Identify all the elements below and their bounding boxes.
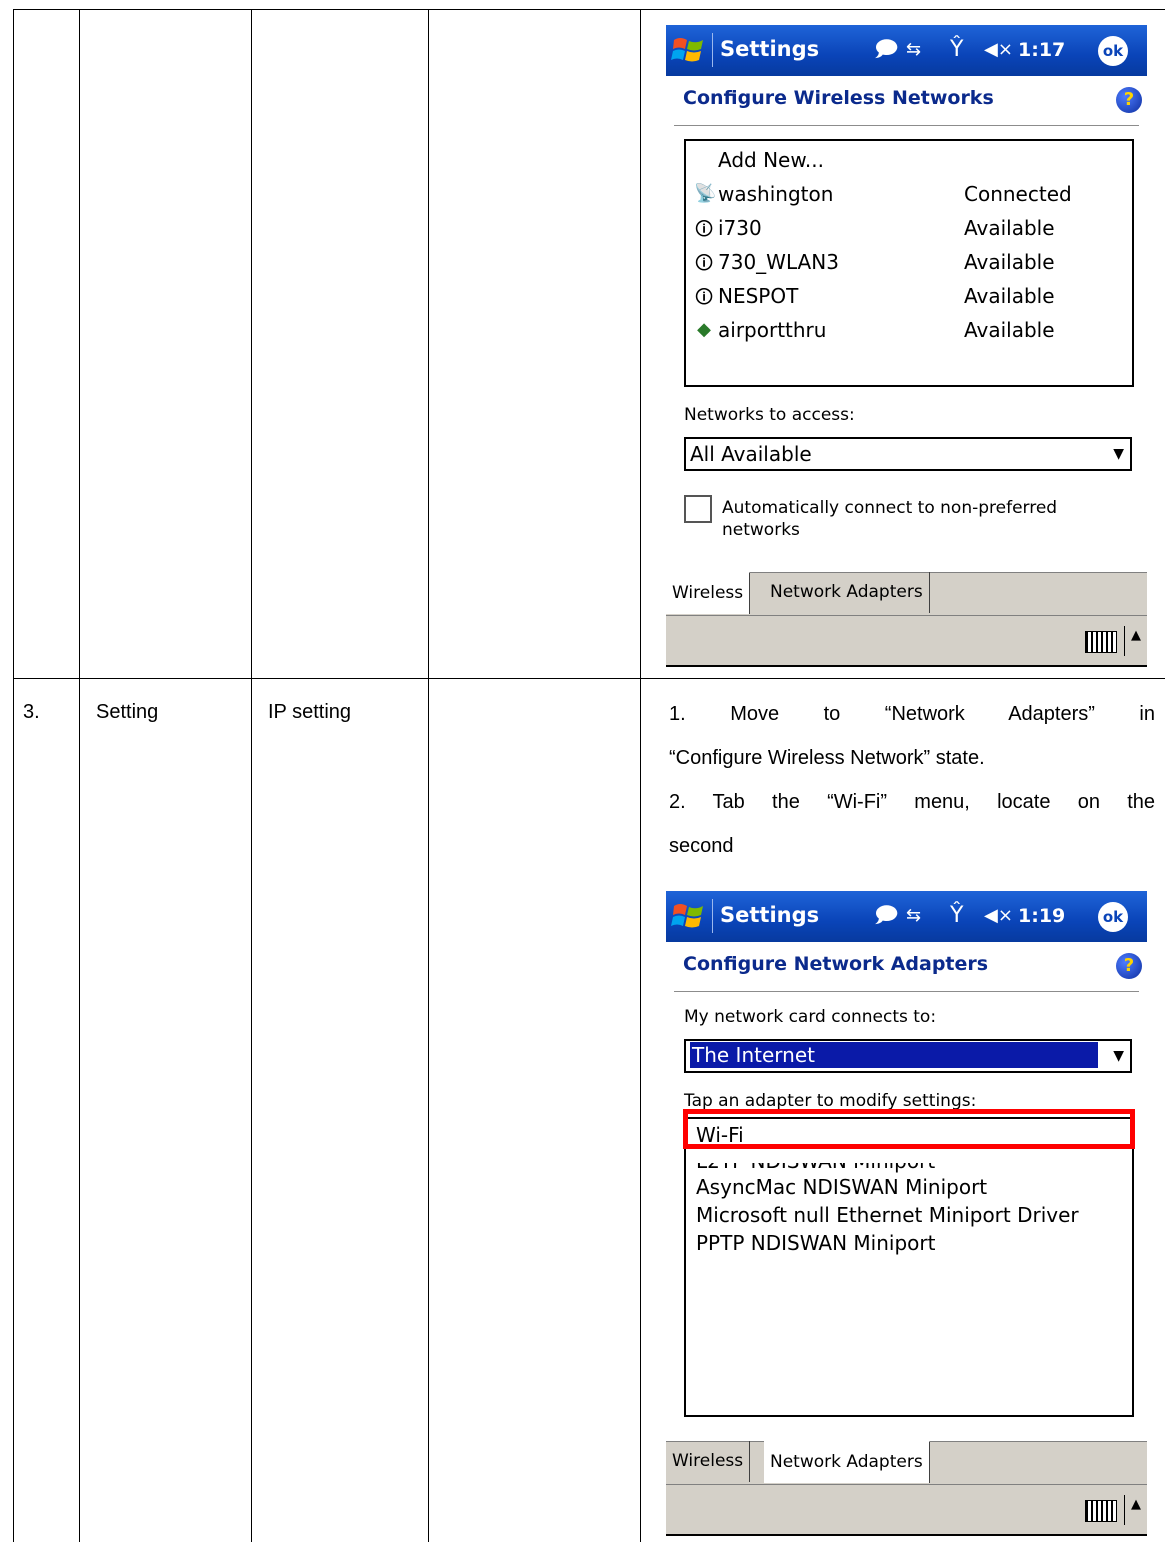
input-separator — [1124, 626, 1125, 656]
heading-divider — [674, 125, 1139, 126]
screen-bottom-border — [666, 665, 1147, 667]
add-new-network[interactable]: Add New... — [694, 145, 1124, 179]
windows-start-icon[interactable] — [670, 900, 708, 932]
network-name: airportthru — [718, 318, 827, 342]
select-value: The Internet — [690, 1042, 1098, 1068]
signal-icon[interactable]: Ŷ — [950, 37, 963, 63]
networks-to-access-label: Networks to access: — [684, 405, 855, 425]
network-row[interactable]: ◆ airportthru Available — [694, 315, 1124, 349]
screenshot-wireless-networks: Settings 🗩 ⇆ Ŷ ◀× 1:17 ok Configure Wire… — [666, 25, 1147, 669]
keyboard-icon[interactable] — [1085, 1500, 1117, 1522]
tab-bar: Wireless Network Adapters — [666, 572, 1147, 615]
screenshot-network-adapters: Settings 🗩 ⇆ Ŷ ◀× 1:19 ok Configure Netw… — [666, 891, 1147, 1537]
adapter-list[interactable]: Wi-Fi L2TP NDISWAN Miniport AsyncMac NDI… — [684, 1117, 1134, 1417]
page-heading: Configure Wireless Networks — [683, 87, 994, 109]
instructions: 1. Move to “Network Adapters” in “Config… — [669, 692, 1155, 868]
access-point-icon: 🛈 — [694, 287, 714, 308]
input-menu-arrow-icon[interactable]: ▲ — [1131, 1497, 1141, 1512]
help-icon[interactable]: ? — [1116, 953, 1142, 979]
instruction-line: 1. Move to “Network Adapters” in — [669, 703, 1155, 725]
ok-button[interactable]: ok — [1098, 902, 1128, 932]
network-status: Available — [964, 318, 1055, 342]
chevron-down-icon: ▼ — [1113, 446, 1124, 462]
network-name: 730_WLAN3 — [718, 250, 839, 274]
signal-icon[interactable]: Ŷ — [950, 903, 963, 929]
connects-to-label: My network card connects to: — [684, 1007, 937, 1027]
table-row-divider — [13, 678, 1165, 679]
network-list[interactable]: Add New... 📡 washington Connected 🛈 i730… — [684, 139, 1134, 387]
chevron-down-icon: ▼ — [1113, 1048, 1124, 1064]
table-column-divider — [79, 9, 80, 1542]
network-row[interactable]: 🛈 i730 Available — [694, 213, 1124, 247]
instruction-line: “Configure Wireless Network” state. — [669, 747, 985, 769]
network-row[interactable]: 🛈 NESPOT Available — [694, 281, 1124, 315]
auto-connect-checkbox[interactable] — [684, 495, 712, 523]
network-row[interactable]: 📡 washington Connected — [694, 179, 1124, 213]
table-column-divider — [640, 9, 641, 1542]
command-bar: ▲ — [666, 1484, 1147, 1535]
instruction-line: 2. Tab the “Wi-Fi” menu, locate on the — [669, 791, 1155, 813]
adapter-item[interactable]: L2TP NDISWAN Miniport — [696, 1163, 935, 1173]
table-column-divider — [251, 9, 252, 1542]
connects-to-select[interactable]: The Internet ▼ — [684, 1039, 1132, 1073]
highlight-box — [683, 1109, 1135, 1149]
title-separator — [712, 33, 713, 67]
table-border-left — [13, 9, 14, 1542]
adapter-item[interactable]: Microsoft null Ethernet Miniport Driver — [696, 1203, 1079, 1227]
connectivity-icon[interactable]: ⇆ — [906, 37, 921, 63]
title-bar: Settings 🗩 ⇆ Ŷ ◀× 1:19 ok — [666, 891, 1147, 942]
row-number: 3. — [23, 701, 40, 723]
access-point-icon: 🛈 — [694, 219, 714, 240]
connected-network-icon: 📡 — [694, 183, 717, 204]
network-status: Connected — [964, 182, 1072, 206]
tab-network-adapters[interactable]: Network Adapters — [764, 1441, 930, 1483]
title-separator — [712, 899, 713, 933]
tab-network-adapters[interactable]: Network Adapters — [764, 572, 930, 613]
tab-bar: Wireless Network Adapters — [666, 1441, 1147, 1484]
screen-bottom-border — [666, 1534, 1147, 1536]
clock[interactable]: 1:19 — [1018, 905, 1065, 927]
table-border-top — [13, 9, 1165, 10]
keyboard-icon[interactable] — [1085, 631, 1117, 653]
instruction-line: second — [669, 835, 734, 857]
volume-muted-icon[interactable]: ◀× — [984, 37, 1013, 63]
table-column-divider — [428, 9, 429, 1542]
windows-start-icon[interactable] — [670, 34, 708, 66]
network-name: Add New... — [718, 148, 824, 172]
ad-hoc-network-icon: ◆ — [697, 319, 711, 340]
page-heading: Configure Network Adapters — [683, 953, 989, 975]
network-status: Available — [964, 216, 1055, 240]
notification-icon[interactable]: 🗩 — [874, 903, 898, 929]
connectivity-icon[interactable]: ⇆ — [906, 903, 921, 929]
volume-muted-icon[interactable]: ◀× — [984, 903, 1013, 929]
tab-wireless[interactable]: Wireless — [666, 572, 751, 614]
heading-divider — [674, 991, 1139, 992]
adapter-item[interactable]: PPTP NDISWAN Miniport — [696, 1231, 935, 1255]
input-menu-arrow-icon[interactable]: ▲ — [1131, 628, 1141, 643]
select-value: All Available — [690, 442, 812, 466]
network-name: i730 — [718, 216, 762, 240]
clock[interactable]: 1:17 — [1018, 39, 1065, 61]
notification-icon[interactable]: 🗩 — [874, 37, 898, 63]
network-name: washington — [718, 182, 834, 206]
adapter-item[interactable]: AsyncMac NDISWAN Miniport — [696, 1175, 987, 1199]
ok-button[interactable]: ok — [1098, 36, 1128, 66]
network-status: Available — [964, 250, 1055, 274]
auto-connect-label: Automatically connect to non-preferred n… — [722, 498, 1058, 540]
command-bar: ▲ — [666, 615, 1147, 666]
row-category: Setting — [96, 701, 159, 723]
adapter-list-label: Tap an adapter to modify settings: — [684, 1091, 977, 1111]
network-row[interactable]: 🛈 730_WLAN3 Available — [694, 247, 1124, 281]
help-icon[interactable]: ? — [1116, 87, 1142, 113]
app-title: Settings — [720, 903, 820, 927]
app-title: Settings — [720, 37, 820, 61]
title-bar: Settings 🗩 ⇆ Ŷ ◀× 1:17 ok — [666, 25, 1147, 76]
network-status: Available — [964, 284, 1055, 308]
networks-to-access-select[interactable]: All Available ▼ — [684, 437, 1132, 471]
network-name: NESPOT — [718, 284, 799, 308]
row-item: IP setting — [268, 701, 352, 723]
input-separator — [1124, 1495, 1125, 1525]
tab-wireless[interactable]: Wireless — [666, 1441, 751, 1482]
access-point-icon: 🛈 — [694, 253, 714, 274]
